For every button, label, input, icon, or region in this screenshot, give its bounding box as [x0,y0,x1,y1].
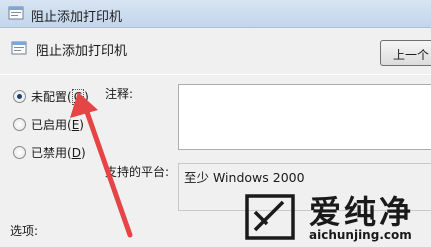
radio-not-configured[interactable]: 未配置(C) [13,88,89,105]
watermark-brand: 爱纯净 [309,193,415,231]
window-title: 阻止添加打印机 [31,10,123,25]
radio-button[interactable] [13,145,26,159]
watermark: 爱纯净 aichunjing.com [243,190,431,247]
header-divider [0,74,431,75]
watermark-logo-icon [245,194,295,240]
radio-label: 已启用(E) [31,117,84,132]
comment-label: 注释: [105,87,134,101]
policy-setting-icon [11,41,27,55]
radio-button[interactable] [13,89,26,103]
previous-setting-button[interactable]: 上一个 [380,40,431,66]
policy-name: 阻止添加打印机 [36,44,128,59]
radio-label: 已禁用(D) [31,145,86,160]
policy-window-icon [8,6,24,20]
comment-textarea[interactable] [178,84,431,150]
radio-label: 未配置(C) [31,88,89,105]
radio-disabled[interactable]: 已禁用(D) [13,144,86,160]
radio-button[interactable] [13,117,26,131]
options-section-label: 选项: [10,224,39,238]
watermark-domain: aichunjing.com [309,228,412,242]
supported-platform-value: 至少 Windows 2000 [184,170,305,185]
previous-setting-label: 上一个 [393,48,430,62]
supported-platform-label: 支持的平台: [105,165,170,179]
window-title-bar: 阻止添加打印机 [0,0,431,28]
radio-enabled[interactable]: 已启用(E) [13,116,84,132]
